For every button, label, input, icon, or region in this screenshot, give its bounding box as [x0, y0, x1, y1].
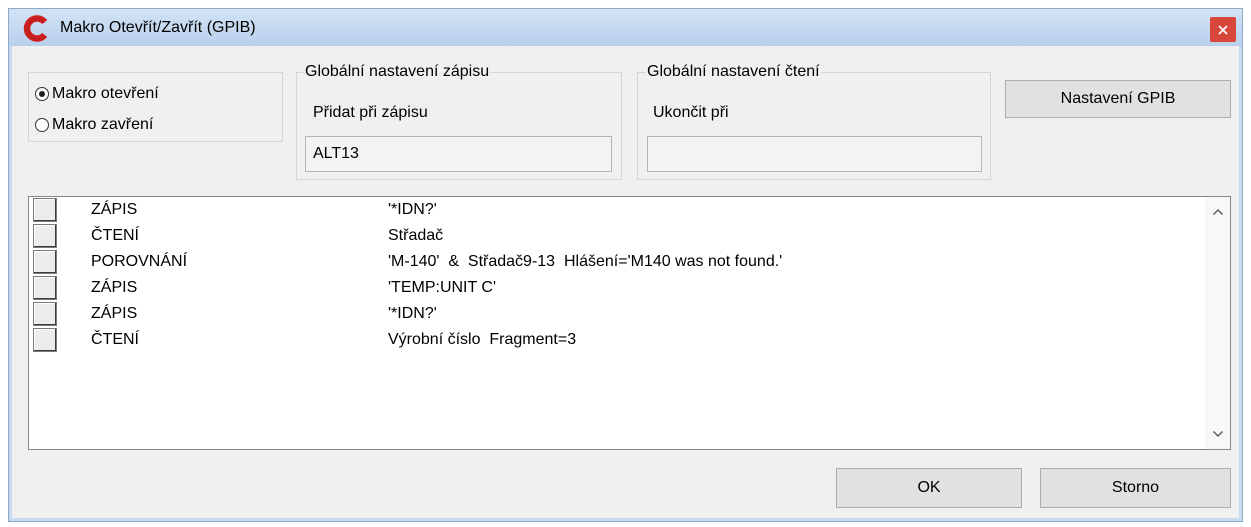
close-icon	[1218, 24, 1228, 35]
scroll-down-button[interactable]	[1205, 419, 1230, 449]
read-terminate-label: Ukončit při	[653, 104, 729, 121]
window-title: Makro Otevřít/Zavřít (GPIB)	[60, 19, 256, 36]
chevron-down-icon	[1212, 430, 1224, 438]
gpib-settings-button[interactable]: Nastavení GPIB	[1005, 80, 1231, 118]
radio-macro-close[interactable]: Makro zavření	[35, 115, 270, 135]
read-settings-group: Globální nastavení čtení Ukončit při	[637, 62, 991, 180]
title-bar[interactable]: Makro Otevřít/Zavřít (GPIB)	[9, 9, 1242, 46]
step-action: ZÁPIS	[91, 201, 138, 218]
radio-indicator[interactable]	[35, 87, 49, 101]
step-value: 'M-140' & Střadač9-13 Hlášení='M140 was …	[388, 253, 783, 270]
row-selector[interactable]	[33, 198, 57, 222]
vertical-scrollbar[interactable]	[1205, 197, 1230, 449]
step-value: '*IDN?'	[388, 201, 437, 218]
read-terminate-field[interactable]	[647, 136, 982, 172]
cancel-button[interactable]: Storno	[1040, 468, 1231, 508]
step-value: 'TEMP:UNIT C'	[388, 279, 497, 296]
row-selector[interactable]	[33, 328, 57, 352]
ok-button[interactable]: OK	[836, 468, 1022, 508]
step-row[interactable]: ZÁPIS '*IDN?'	[29, 301, 1205, 327]
radio-macro-open[interactable]: Makro otevření	[35, 84, 270, 104]
step-row[interactable]: ZÁPIS 'TEMP:UNIT C'	[29, 275, 1205, 301]
macro-steps-list[interactable]: ZÁPIS '*IDN?' ČTENÍ Střadač POROVNÁNÍ 'M…	[28, 196, 1231, 450]
radio-label-macro-open: Makro otevření	[52, 85, 159, 102]
write-settings-group: Globální nastavení zápisu Přidat při záp…	[296, 62, 622, 180]
row-selector[interactable]	[33, 276, 57, 300]
row-selector[interactable]	[33, 302, 57, 326]
row-selector[interactable]	[33, 250, 57, 274]
write-settings-title: Globální nastavení zápisu	[304, 62, 491, 82]
close-button[interactable]	[1210, 17, 1236, 42]
app-logo-icon	[22, 14, 50, 43]
read-settings-title: Globální nastavení čtení	[646, 62, 821, 82]
step-action: POROVNÁNÍ	[91, 253, 188, 270]
chevron-up-icon	[1212, 208, 1224, 216]
step-value: Výrobní číslo Fragment=3	[388, 331, 577, 348]
dialog-window: Makro Otevřít/Zavřít (GPIB) Makro otevře…	[8, 8, 1243, 522]
radio-label-macro-close: Makro zavření	[52, 116, 154, 133]
step-action: ZÁPIS	[91, 305, 138, 322]
step-action: ČTENÍ	[91, 227, 139, 244]
step-row[interactable]: ČTENÍ Střadač	[29, 223, 1205, 249]
row-selector[interactable]	[33, 224, 57, 248]
step-row[interactable]: ČTENÍ Výrobní číslo Fragment=3	[29, 327, 1205, 353]
step-row[interactable]: POROVNÁNÍ 'M-140' & Střadač9-13 Hlášení=…	[29, 249, 1205, 275]
write-append-label: Přidat při zápisu	[313, 104, 428, 121]
radio-indicator[interactable]	[35, 118, 49, 132]
step-value: Střadač	[388, 227, 444, 244]
write-append-field[interactable]: ALT13	[305, 136, 612, 172]
macro-type-group: Makro otevření Makro zavření	[28, 72, 283, 142]
scroll-up-button[interactable]	[1205, 197, 1230, 227]
step-value: '*IDN?'	[388, 305, 437, 322]
step-action: ČTENÍ	[91, 331, 139, 348]
step-row[interactable]: ZÁPIS '*IDN?'	[29, 197, 1205, 223]
step-action: ZÁPIS	[91, 279, 138, 296]
